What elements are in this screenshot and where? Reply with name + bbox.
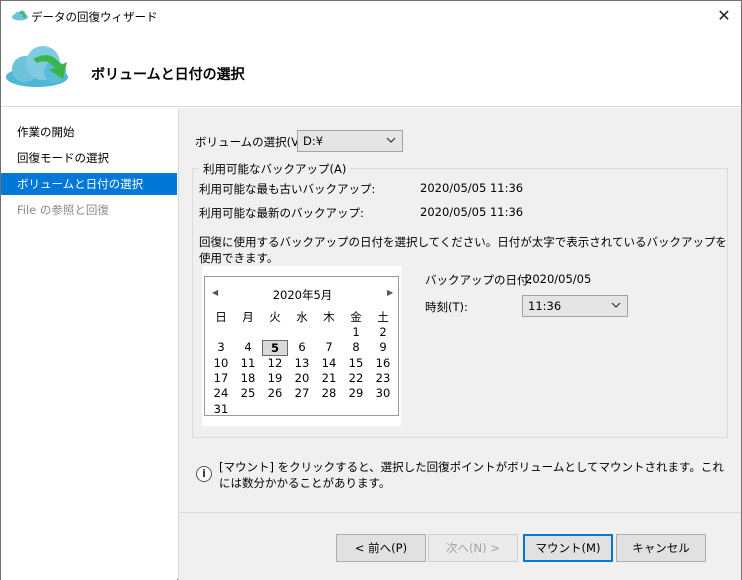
- calendar-day[interactable]: 10: [208, 356, 234, 370]
- newest-backup-label: 利用可能な最新のバックアップ:: [199, 206, 364, 220]
- calendar-day[interactable]: 6: [289, 340, 315, 354]
- calendar-weekday-header: 月: [242, 310, 254, 324]
- volume-select[interactable]: D:¥: [297, 130, 403, 152]
- chevron-down-icon: [386, 137, 396, 143]
- volume-select-value: D:¥: [303, 134, 324, 148]
- mount-info-text: [マウント] をクリックすると、選択した回復ポイントがボリュームとしてマウントさ…: [219, 460, 724, 490]
- calendar-weekday-header: 土: [377, 310, 389, 324]
- wizard-header: ボリュームと日付の選択: [1, 31, 741, 107]
- calendar-day[interactable]: 25: [235, 386, 261, 400]
- calendar-day[interactable]: 4: [235, 340, 261, 354]
- calendar-day[interactable]: 9: [370, 340, 396, 354]
- calendar-day[interactable]: 17: [208, 371, 234, 385]
- sidebar-item-start[interactable]: 作業の開始: [1, 121, 177, 143]
- button-bar: < 前へ(P) 次へ(N) > マウント(M) キャンセル: [178, 512, 741, 580]
- calendar-day[interactable]: 23: [370, 371, 396, 385]
- next-button: 次へ(N) >: [428, 534, 518, 562]
- chevron-down-icon: [611, 302, 621, 308]
- newest-backup-value: 2020/05/05 11:36: [420, 205, 524, 219]
- calendar-day[interactable]: 30: [370, 386, 396, 400]
- calendar-day[interactable]: 20: [289, 371, 315, 385]
- main-panel: ボリュームの選択(V): D:¥ 利用可能なバックアップ(A) 利用可能な最も古…: [178, 108, 741, 512]
- available-backups-label: 利用可能なバックアップ(A): [199, 161, 351, 177]
- calendar-day[interactable]: 2: [370, 325, 396, 339]
- calendar-day[interactable]: 15: [343, 356, 369, 370]
- backup-calendar: ◀ 2020年5月 ▶ 日月火水木金土 1 2 3 4 5 6 7 8 9 10 11 12 13 14 15…: [202, 266, 401, 426]
- sidebar-item-browse-recover: File の参照と回復: [17, 203, 109, 217]
- calendar-weekday-header: 水: [296, 310, 308, 324]
- calendar-month-title[interactable]: 2020年5月: [205, 287, 400, 303]
- calendar-day[interactable]: 12: [262, 356, 288, 370]
- calendar-day[interactable]: 16: [370, 356, 396, 370]
- calendar-day[interactable]: 28: [316, 386, 342, 400]
- calendar-day[interactable]: 1: [343, 325, 369, 339]
- recovery-cloud-icon: [6, 46, 68, 87]
- window-title: データの回復ウィザード: [31, 10, 158, 24]
- calendar-day[interactable]: 31: [208, 402, 234, 416]
- calendar-day[interactable]: 8: [343, 340, 369, 354]
- calendar-day[interactable]: 27: [289, 386, 315, 400]
- recovery-cloud-icon: [12, 10, 28, 21]
- calendar-weekday-header: 日: [215, 310, 227, 324]
- sidebar-item-recovery-mode[interactable]: 回復モードの選択: [1, 147, 177, 169]
- cancel-button[interactable]: キャンセル: [616, 534, 706, 562]
- time-select[interactable]: 11:36: [522, 295, 628, 317]
- calendar-day[interactable]: 18: [235, 371, 261, 385]
- calendar-day[interactable]: 24: [208, 386, 234, 400]
- calendar-day-selected[interactable]: 5: [262, 340, 288, 357]
- back-button[interactable]: < 前へ(P): [336, 534, 426, 562]
- volume-select-label: ボリュームの選択(V):: [195, 135, 308, 149]
- calendar-day[interactable]: 3: [208, 340, 234, 354]
- wizard-steps-sidebar: 作業の開始 回復モードの選択 ボリュームと日付の選択 File の参照と回復: [1, 108, 177, 580]
- page-title: ボリュームと日付の選択: [91, 67, 245, 83]
- info-icon: i: [196, 466, 212, 482]
- calendar-day[interactable]: 26: [262, 386, 288, 400]
- calendar-weekday-header: 木: [323, 310, 335, 324]
- backup-date-value: 2020/05/05: [525, 272, 592, 286]
- time-select-value: 11:36: [528, 299, 562, 313]
- backup-date-label: バックアップの日付:: [425, 273, 533, 287]
- calendar-day[interactable]: 19: [262, 371, 288, 385]
- calendar-day[interactable]: 7: [316, 340, 342, 354]
- date-select-instruction: 回復に使用するバックアップの日付を選択してください。日付が太字で表示されているバ…: [199, 235, 727, 265]
- calendar-day[interactable]: 11: [235, 356, 261, 370]
- calendar-day[interactable]: 22: [343, 371, 369, 385]
- calendar-day[interactable]: 13: [289, 356, 315, 370]
- calendar-weekday-header: 火: [269, 310, 281, 324]
- wizard-window: データの回復ウィザード ✕ ボリュームと日付の選択 作業の開始 回復モードの選択…: [0, 0, 742, 580]
- close-button[interactable]: ✕: [713, 5, 735, 27]
- calendar-day[interactable]: 14: [316, 356, 342, 370]
- calendar-day[interactable]: 21: [316, 371, 342, 385]
- calendar-frame: ◀ 2020年5月 ▶ 日月火水木金土 1 2 3 4 5 6 7 8 9 10 11 12 13 14 15…: [204, 276, 399, 416]
- mount-button[interactable]: マウント(M): [523, 534, 613, 562]
- sidebar-item-volume-date[interactable]: ボリュームと日付の選択: [1, 173, 177, 195]
- calendar-day[interactable]: 29: [343, 386, 369, 400]
- calendar-weekday-header: 金: [350, 310, 362, 324]
- title-bar: データの回復ウィザード ✕: [1, 1, 741, 31]
- time-select-label: 時刻(T):: [425, 300, 468, 314]
- oldest-backup-label: 利用可能な最も古いバックアップ:: [199, 182, 376, 196]
- calendar-next-month-icon[interactable]: ▶: [387, 288, 393, 297]
- oldest-backup-value: 2020/05/05 11:36: [420, 181, 524, 195]
